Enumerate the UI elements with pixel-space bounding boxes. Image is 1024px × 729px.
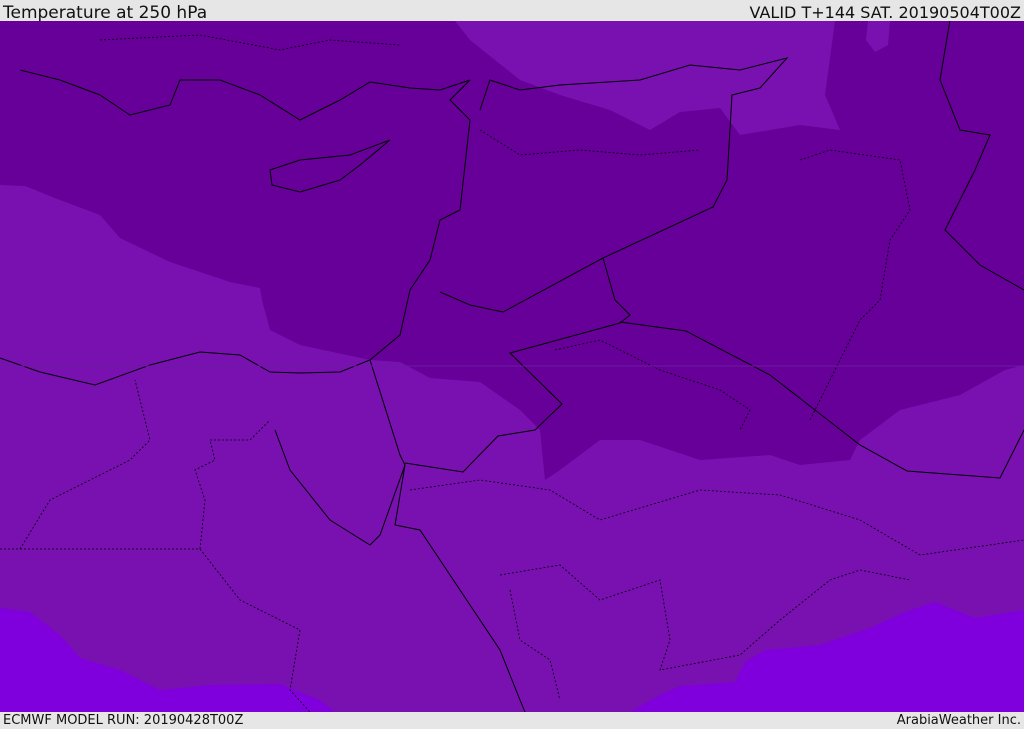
credit: ArabiaWeather Inc. <box>896 713 1021 728</box>
footer-bar: ECMWF MODEL RUN: 20190428T00Z ArabiaWeat… <box>0 712 1024 729</box>
temperature-map <box>0 21 1024 712</box>
model-run: ECMWF MODEL RUN: 20190428T00Z <box>3 713 244 728</box>
map-title: Temperature at 250 hPa <box>3 3 208 23</box>
header-bar: Temperature at 250 hPa VALID T+144 SAT. … <box>0 0 1024 23</box>
valid-time: VALID T+144 SAT. 20190504T00Z <box>749 3 1021 22</box>
